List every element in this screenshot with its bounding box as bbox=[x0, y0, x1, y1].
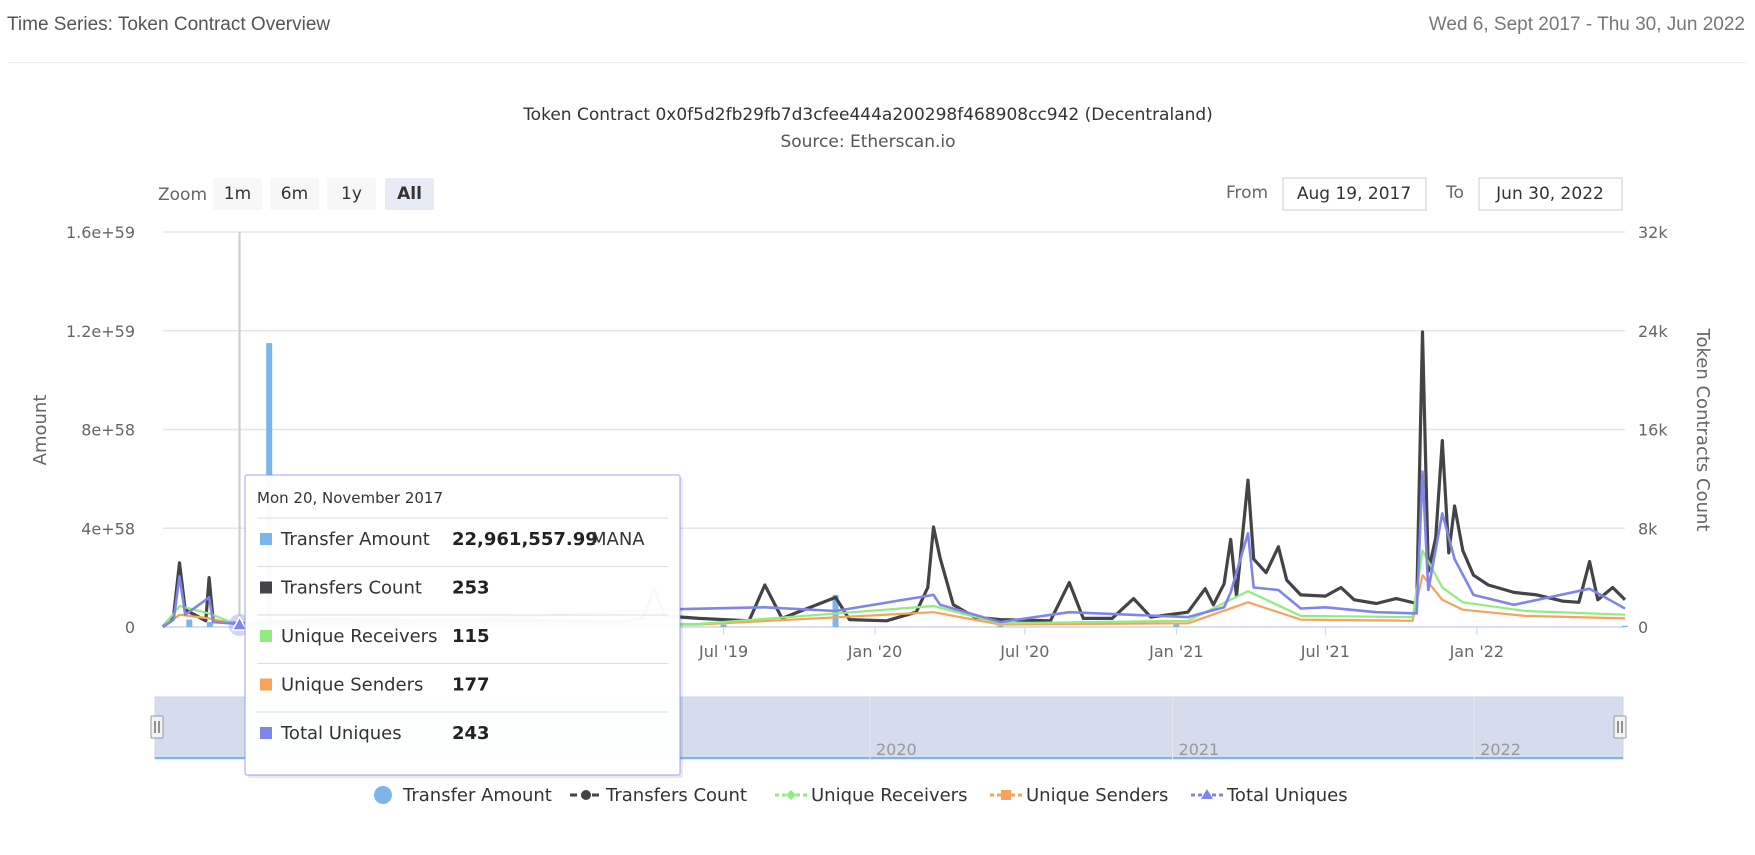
zoom-button-label: 1m bbox=[224, 184, 251, 204]
tooltip-series-unit: MANA bbox=[591, 529, 645, 550]
legend-item-transfers-count[interactable]: Transfers Count bbox=[570, 785, 747, 806]
legend-label: Unique Receivers bbox=[811, 785, 967, 806]
zoom-button-label: 6m bbox=[281, 184, 308, 204]
tooltip-swatch bbox=[260, 630, 272, 642]
legend: Transfer Amount Transfers Count Unique Rec… bbox=[374, 785, 1348, 806]
legend-marker-square bbox=[1001, 790, 1011, 800]
legend-label: Unique Senders bbox=[1026, 785, 1168, 806]
navigator-year-label: 2020 bbox=[876, 740, 917, 759]
zoom-button-label: 1y bbox=[341, 184, 362, 204]
legend-marker-circle bbox=[374, 786, 392, 804]
transfer-amount-bar bbox=[186, 619, 193, 627]
zoom-label: Zoom bbox=[158, 185, 207, 205]
x-tick-label: Jan '22 bbox=[1449, 642, 1505, 661]
tooltip-series-name: Unique Receivers bbox=[281, 626, 437, 647]
tooltip-series-name: Total Uniques bbox=[280, 723, 402, 744]
y-axis-left-title: Amount bbox=[30, 395, 51, 466]
tooltip-series-name: Unique Senders bbox=[281, 675, 423, 696]
tooltip-series-value: 115 bbox=[452, 626, 490, 647]
transfer-amount-bar bbox=[1622, 625, 1628, 627]
y-left-tick-label: 1.6e+59 bbox=[66, 223, 135, 242]
transfer-amount-bar bbox=[720, 624, 727, 627]
tooltip-swatch bbox=[260, 581, 272, 594]
navigator-handle-right[interactable] bbox=[1613, 715, 1627, 739]
tooltip-swatch bbox=[260, 678, 272, 691]
tooltip-date: Mon 20, November 2017 bbox=[257, 489, 443, 507]
legend-label: Total Uniques bbox=[1226, 785, 1348, 806]
zoom-button-label: All bbox=[397, 184, 422, 204]
tooltip-series-value: 243 bbox=[452, 723, 490, 744]
y-left-tick-label: 0 bbox=[125, 618, 135, 637]
legend-item-unique-senders[interactable]: Unique Senders bbox=[990, 785, 1168, 806]
time-series-chart: Token Contract 0x0f5d2fb29fb7d3cfee444a2… bbox=[30, 105, 1713, 806]
navigator-year-label: 2022 bbox=[1480, 740, 1521, 759]
x-tick-label: Jul '21 bbox=[1300, 642, 1350, 661]
tooltip-series-value: 253 bbox=[452, 578, 490, 599]
tooltip-series-value: 22,961,557.99 bbox=[452, 529, 598, 550]
y-right-tick-label: 32k bbox=[1638, 223, 1668, 242]
tooltip: Mon 20, November 2017 Transfer Amount 22,9… bbox=[244, 474, 683, 778]
y-axis-right-title: Token Contracts Count bbox=[1692, 328, 1713, 532]
tooltip-swatch bbox=[260, 533, 272, 545]
navigator-handle-right-body[interactable] bbox=[1613, 715, 1627, 739]
transfer-amount-bar bbox=[206, 622, 213, 627]
tooltip-series-name: Transfer Amount bbox=[280, 529, 430, 550]
tooltip-series-name: Transfers Count bbox=[280, 578, 422, 599]
legend-label: Transfers Count bbox=[605, 785, 747, 806]
x-tick-label: Jan '20 bbox=[847, 642, 903, 661]
navigator-handle-left-body[interactable] bbox=[150, 715, 164, 739]
y-left-tick-label: 8e+58 bbox=[81, 421, 135, 440]
x-tick-label: Jan '21 bbox=[1148, 642, 1204, 661]
chart-title: Token Contract 0x0f5d2fb29fb7d3cfee444a2… bbox=[522, 105, 1213, 125]
transfer-amount-bar bbox=[997, 625, 1004, 627]
tooltip-swatch bbox=[260, 727, 272, 739]
y-left-tick-label: 1.2e+59 bbox=[66, 322, 135, 341]
y-right-tick-label: 16k bbox=[1638, 421, 1668, 440]
range-to-value: Jun 30, 2022 bbox=[1495, 184, 1604, 204]
navigator-handle-left[interactable] bbox=[150, 715, 164, 739]
legend-label: Transfer Amount bbox=[402, 785, 552, 806]
range-from-label: From bbox=[1226, 183, 1268, 203]
x-tick-label: Jul '19 bbox=[698, 642, 748, 661]
legend-marker-circle bbox=[581, 790, 591, 800]
y-right-tick-label: 8k bbox=[1638, 519, 1658, 538]
navigator-year-label: 2021 bbox=[1179, 740, 1220, 759]
y-left-tick-label: 4e+58 bbox=[81, 519, 135, 538]
range-from-value: Aug 19, 2017 bbox=[1297, 184, 1411, 204]
chart-subtitle: Source: Etherscan.io bbox=[780, 132, 955, 152]
transfer-amount-bar bbox=[1173, 624, 1180, 627]
legend-item-unique-receivers[interactable]: Unique Receivers bbox=[775, 785, 967, 806]
legend-item-total-uniques[interactable]: Total Uniques bbox=[1191, 785, 1348, 806]
tooltip-series-value: 177 bbox=[452, 675, 490, 696]
y-right-tick-label: 24k bbox=[1638, 322, 1668, 341]
y-right-tick-label: 0 bbox=[1638, 618, 1648, 637]
legend-marker-triangle bbox=[1201, 789, 1213, 799]
x-tick-label: Jul '20 bbox=[999, 642, 1049, 661]
zoom-buttons: 1m 6m 1y All bbox=[213, 178, 434, 210]
legend-marker-diamond bbox=[786, 790, 796, 800]
range-to-label: To bbox=[1445, 183, 1464, 203]
legend-item-transfer-amount[interactable]: Transfer Amount bbox=[374, 785, 552, 806]
